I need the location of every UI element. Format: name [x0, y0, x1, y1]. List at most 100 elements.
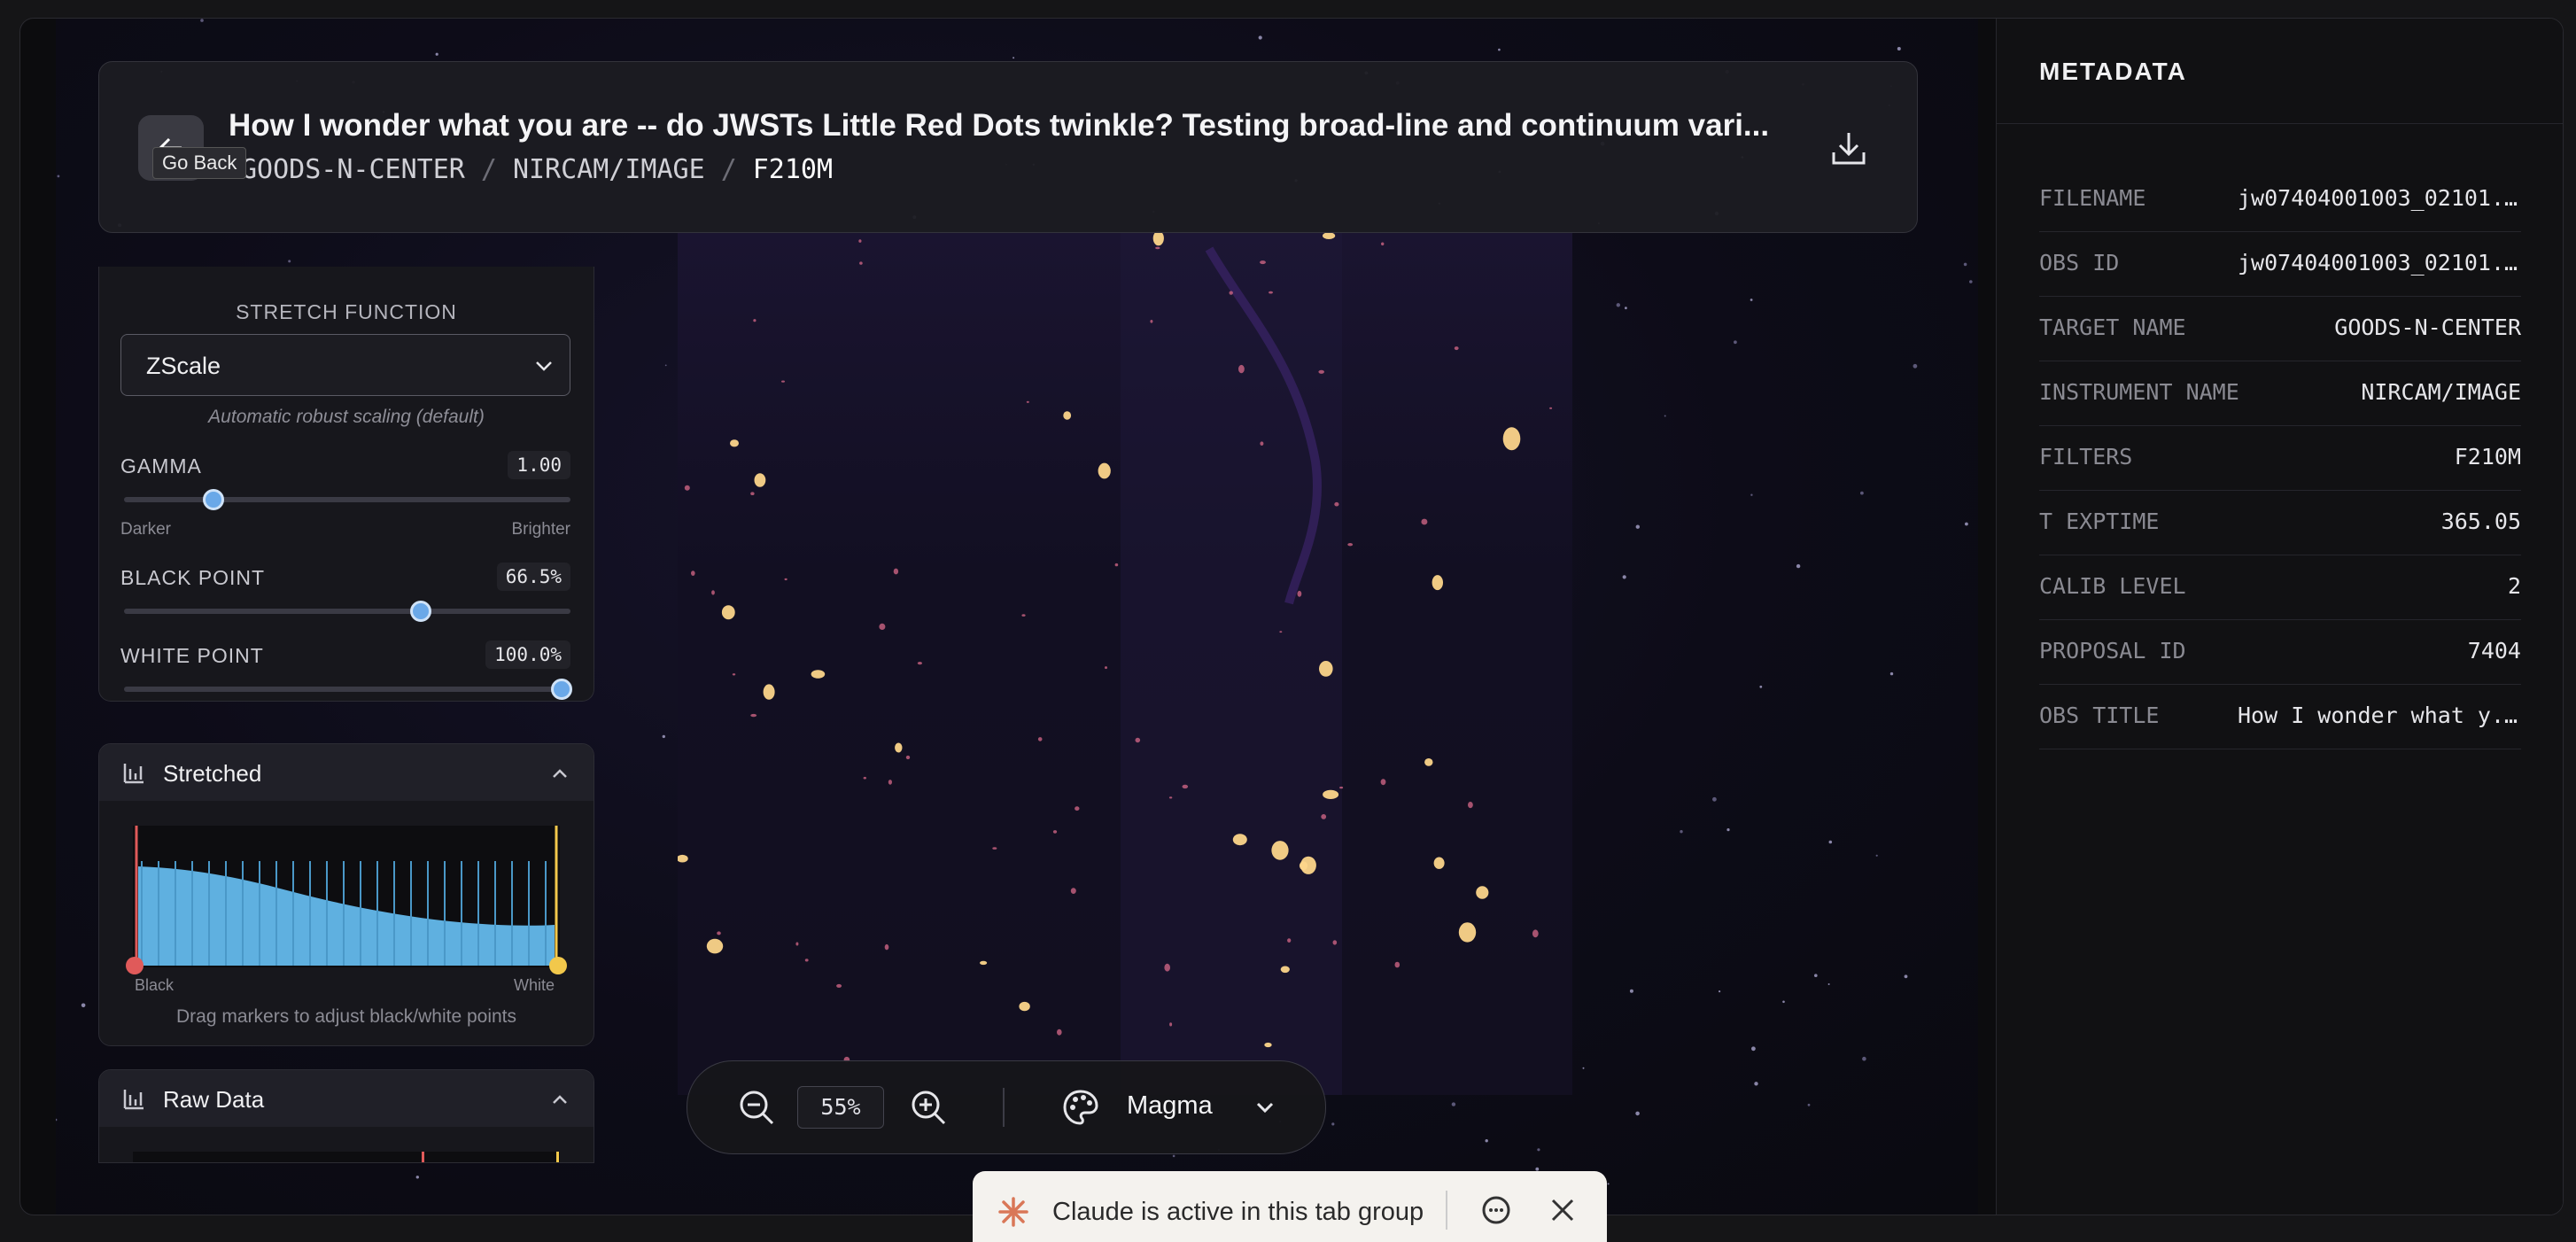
- close-icon[interactable]: [1548, 1196, 1577, 1224]
- background-star: [1862, 1056, 1866, 1061]
- background-star: [1913, 363, 1918, 369]
- colormap-select[interactable]: Magma: [1127, 1091, 1213, 1121]
- background-star: [1258, 35, 1262, 40]
- metadata-key: T EXPTIME: [2039, 508, 2160, 534]
- astronomical-source: [1019, 1001, 1030, 1012]
- gamma-slider-thumb[interactable]: [202, 489, 224, 510]
- metadata-key: FILENAME: [2039, 185, 2146, 211]
- astronomical-source: [1468, 802, 1473, 809]
- astronomical-source: [1458, 922, 1477, 943]
- raw-histogram-header[interactable]: Raw Data: [99, 1070, 594, 1127]
- background-star: [1828, 840, 1833, 844]
- breadcrumb-instrument[interactable]: NIRCAM/IMAGE: [513, 154, 705, 185]
- chat-icon[interactable]: [1479, 1194, 1513, 1228]
- black-point-label: BLACK POINT: [120, 566, 266, 589]
- astronomical-source: [1232, 834, 1247, 846]
- breadcrumb-target[interactable]: GOODS-N-CENTER: [241, 154, 465, 185]
- claude-status-bar: Claude is active in this tab group: [973, 1171, 1607, 1242]
- background-star: [1969, 280, 1973, 283]
- astronomical-source: [905, 755, 911, 760]
- astronomical-source: [1114, 563, 1119, 567]
- background-star: [662, 734, 665, 739]
- metadata-row: TARGET NAME GOODS-N-CENTER: [2039, 297, 2521, 361]
- stretch-panel: STRETCH FUNCTION ZScale Automatic robust…: [98, 267, 594, 702]
- background-star: [1629, 989, 1633, 993]
- histogram-bars: [135, 826, 558, 967]
- black-point-value[interactable]: 66.5%: [496, 563, 570, 591]
- zoom-out-button[interactable]: [735, 1086, 778, 1129]
- background-star: [1451, 1102, 1456, 1106]
- colormap-button[interactable]: [1059, 1086, 1102, 1129]
- background-star: [1889, 671, 1894, 676]
- raw-histogram-title: Raw Data: [163, 1086, 265, 1113]
- stretched-histogram-header[interactable]: Stretched: [99, 744, 594, 801]
- astronomical-source: [730, 439, 739, 447]
- astronomical-source: [980, 960, 988, 966]
- white-point-slider[interactable]: [124, 679, 572, 700]
- astronomical-source: [1070, 888, 1076, 894]
- toolbar-divider: [1003, 1088, 1005, 1127]
- stretch-function-select[interactable]: ZScale: [120, 334, 570, 396]
- metadata-divider: [1997, 123, 2563, 124]
- metadata-value: 7404: [2467, 638, 2521, 664]
- astronomical-source: [1021, 614, 1026, 617]
- background-star: [1172, 1154, 1175, 1158]
- background-star: [1680, 830, 1683, 834]
- black-marker-label: Black: [135, 976, 175, 994]
- metadata-value: jw07404001003_02101...: [2238, 185, 2521, 211]
- metadata-value: jw07404001003_02101...: [2238, 250, 2521, 276]
- black-point-slider[interactable]: [124, 601, 570, 622]
- stretch-function-label: STRETCH FUNCTION: [236, 300, 457, 323]
- astronomical-source: [1229, 291, 1233, 295]
- zoom-in-icon: [912, 1091, 946, 1125]
- gamma-value[interactable]: 1.00: [508, 451, 570, 479]
- background-star: [1827, 983, 1830, 985]
- white-point-value[interactable]: 100.0%: [485, 640, 570, 669]
- metadata-row: PROPOSAL ID 7404: [2039, 620, 2521, 685]
- gamma-slider[interactable]: [124, 489, 570, 510]
- astronomical-source: [1271, 841, 1289, 860]
- stretched-histogram-plot[interactable]: [133, 826, 560, 967]
- metadata-key: OBS TITLE: [2039, 703, 2160, 728]
- zoom-in-button[interactable]: [907, 1086, 950, 1129]
- page-title: How I wonder what you are -- do JWSTs Li…: [229, 108, 1770, 143]
- astronomical-source: [895, 742, 903, 753]
- white-marker[interactable]: [549, 957, 567, 974]
- zoom-level[interactable]: 55%: [797, 1086, 884, 1129]
- astronomical-source: [763, 684, 775, 700]
- metadata-key: INSTRUMENT NAME: [2039, 379, 2239, 405]
- black-marker[interactable]: [126, 957, 144, 974]
- white-point-slider-thumb[interactable]: [551, 679, 572, 700]
- astronomical-source: [836, 983, 842, 988]
- gamma-high-label: Brighter: [511, 520, 570, 539]
- background-star: [288, 260, 291, 263]
- astronomical-source: [784, 578, 788, 581]
- astronomical-source: [1532, 929, 1539, 938]
- zoom-out-icon: [740, 1091, 774, 1125]
- chevron-down-icon: [1256, 1102, 1274, 1114]
- astronomical-source: [1052, 830, 1058, 834]
- astronomical-source: [1168, 796, 1173, 799]
- background-star: [1607, 1183, 1610, 1185]
- breadcrumb-filter: F210M: [752, 154, 834, 185]
- chevron-up-icon: [553, 769, 567, 778]
- background-star: [1537, 1148, 1540, 1152]
- background-star: [1875, 854, 1878, 857]
- astronomical-source: [1319, 661, 1333, 677]
- metadata-key: PROPOSAL ID: [2039, 638, 2186, 664]
- astronomical-source: [750, 492, 755, 495]
- astronomical-source: [1334, 501, 1339, 507]
- astronomical-source: [1297, 590, 1302, 597]
- black-point-line: [422, 1152, 424, 1162]
- astronomical-source: [1279, 631, 1283, 633]
- black-point-slider-thumb[interactable]: [410, 601, 432, 622]
- science-image[interactable]: [678, 231, 1572, 1095]
- download-button[interactable]: [1818, 117, 1880, 179]
- background-star: [1807, 1103, 1811, 1106]
- app-window: 55% Magma How I wonder what you are -- d…: [19, 18, 2564, 1215]
- gamma-label: GAMMA: [120, 454, 202, 477]
- raw-histogram-plot[interactable]: [133, 1152, 560, 1162]
- background-star: [1751, 1046, 1756, 1052]
- colormap-dropdown[interactable]: [1244, 1086, 1286, 1129]
- bar-chart-icon: [123, 764, 144, 784]
